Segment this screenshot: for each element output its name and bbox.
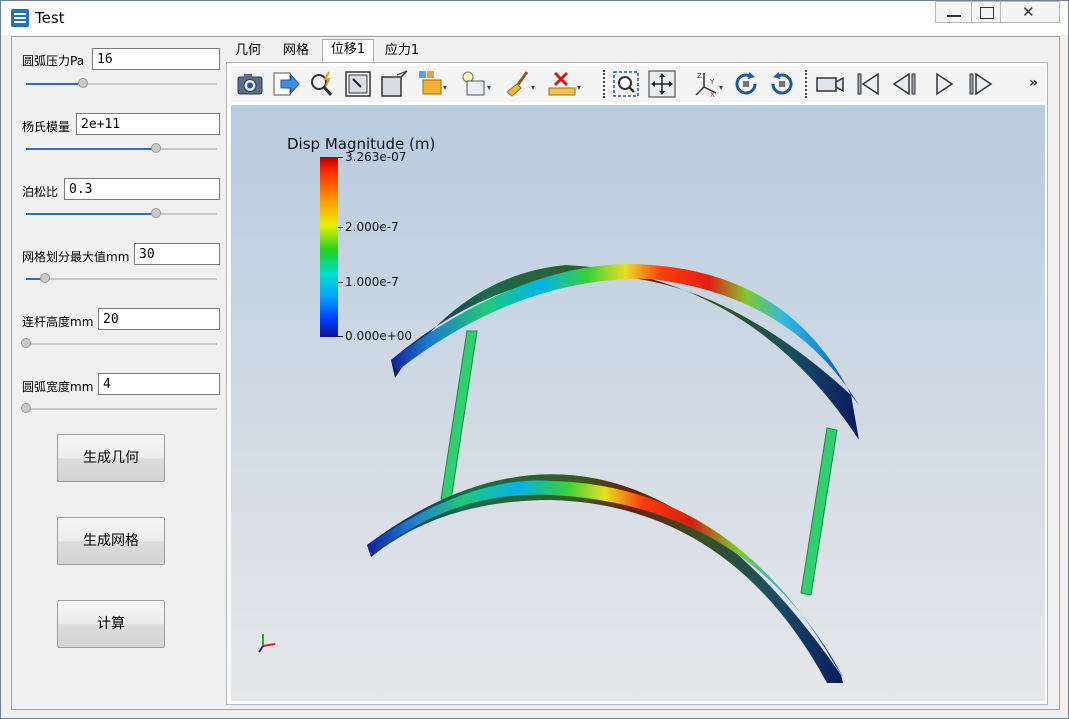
- mesh-max-size-slider[interactable]: [26, 273, 217, 283]
- poisson-ratio-slider[interactable]: [26, 208, 217, 218]
- toolbar-separator: [603, 70, 605, 98]
- link-height-slider[interactable]: [21, 338, 217, 348]
- link-height-label: 连杆高度mm: [22, 315, 94, 329]
- slider-thumb[interactable]: [150, 143, 161, 153]
- slider-thumb[interactable]: [21, 403, 31, 413]
- arc-width-label: 圆弧宽度mm: [22, 380, 94, 394]
- result-tabs: 几何 网格 位移1 应力1: [226, 39, 1046, 64]
- axis-orientation-icon[interactable]: ZYX ▾: [691, 69, 723, 99]
- maximize-button[interactable]: [971, 1, 1001, 23]
- view-box-icon[interactable]: [379, 69, 409, 99]
- next-frame-icon[interactable]: [965, 69, 995, 99]
- viewer-panel: ▾ ▾ ▾ ▾ Z Y X ▾ » Disp Magnitude (m) 3.2…: [226, 62, 1048, 705]
- zoom-box-icon[interactable]: [611, 69, 641, 99]
- svg-text:Y: Y: [709, 78, 715, 86]
- slider-fill: [26, 148, 156, 150]
- minimize-button[interactable]: [935, 1, 972, 23]
- slider-thumb[interactable]: [40, 273, 51, 283]
- app-icon: [11, 9, 29, 27]
- youngs-modulus-input[interactable]: 2e+11: [76, 113, 220, 135]
- rotate-cw-icon[interactable]: [731, 69, 761, 99]
- arc-pressure-slider[interactable]: [26, 78, 217, 88]
- poisson-ratio-input[interactable]: 0.3: [64, 178, 220, 200]
- link-rod-left: [440, 330, 478, 501]
- model-render: [367, 264, 859, 683]
- svg-text:X: X: [710, 91, 715, 99]
- arc-width-input[interactable]: 4: [98, 373, 220, 395]
- slider-fill: [26, 83, 84, 85]
- arc-width-slider[interactable]: [21, 403, 217, 413]
- viewer-toolbar: ▾ ▾ ▾ ▾ Z Y X ▾ »: [231, 66, 1045, 102]
- close-button[interactable]: [1001, 1, 1060, 23]
- tab-displacement[interactable]: 位移1: [322, 39, 374, 64]
- export-icon[interactable]: [271, 69, 301, 99]
- youngs-modulus-slider[interactable]: [26, 143, 217, 153]
- display-style-icon[interactable]: ▾: [459, 69, 491, 99]
- app-window: Test 圆弧压力Pa 16 杨氏模量 2e+11 泊松比 0.3: [0, 0, 1069, 719]
- arc-pressure-label: 圆弧压力Pa: [22, 54, 85, 68]
- rotate-ccw-icon[interactable]: [767, 69, 797, 99]
- view-frame-icon[interactable]: [343, 69, 373, 99]
- first-frame-icon[interactable]: [853, 69, 883, 99]
- bottom-arc: [367, 480, 843, 677]
- slider-fill: [26, 213, 156, 215]
- orientation-axes-icon: [258, 634, 276, 653]
- youngs-modulus-label: 杨氏模量: [22, 120, 71, 134]
- arc-pressure-input[interactable]: 16: [92, 48, 220, 70]
- svg-text:Z: Z: [697, 72, 702, 80]
- record-icon[interactable]: [815, 69, 845, 99]
- slider-thumb[interactable]: [78, 78, 89, 88]
- generate-geometry-button[interactable]: 生成几何: [57, 434, 165, 482]
- delete-measure-icon[interactable]: ▾: [547, 69, 581, 99]
- toolbar-overflow-button[interactable]: »: [1029, 75, 1038, 91]
- zoom-to-fit-icon[interactable]: [307, 69, 337, 99]
- tab-geometry[interactable]: 几何: [226, 41, 270, 63]
- pan-icon[interactable]: [647, 69, 677, 99]
- window-title: Test: [35, 9, 65, 27]
- mesh-max-size-input[interactable]: 30: [134, 243, 220, 265]
- link-rod-right: [800, 427, 838, 596]
- render-viewport[interactable]: Disp Magnitude (m) 3.263e-07 2.000e-7 1.…: [231, 105, 1045, 701]
- poisson-ratio-label: 泊松比: [22, 185, 59, 199]
- play-icon[interactable]: [929, 69, 959, 99]
- slider-thumb[interactable]: [21, 338, 31, 348]
- client-area: 圆弧压力Pa 16 杨氏模量 2e+11 泊松比 0.3 网格划分最大值mm 3…: [11, 36, 1060, 710]
- mesh-max-size-label: 网格划分最大值mm: [22, 250, 130, 264]
- generate-mesh-button[interactable]: 生成网格: [57, 517, 165, 565]
- broom-icon[interactable]: ▾: [503, 69, 535, 99]
- camera-icon[interactable]: [235, 69, 265, 99]
- previous-frame-icon[interactable]: [891, 69, 921, 99]
- slider-thumb[interactable]: [150, 208, 161, 218]
- link-height-input[interactable]: 20: [98, 308, 220, 330]
- tab-mesh[interactable]: 网格: [274, 41, 318, 63]
- toolbar-separator: [805, 70, 807, 98]
- title-bar[interactable]: Test: [1, 1, 1068, 35]
- compute-button[interactable]: 计算: [57, 600, 165, 648]
- tab-stress[interactable]: 应力1: [378, 41, 426, 63]
- display-mode-icon[interactable]: ▾: [417, 69, 447, 99]
